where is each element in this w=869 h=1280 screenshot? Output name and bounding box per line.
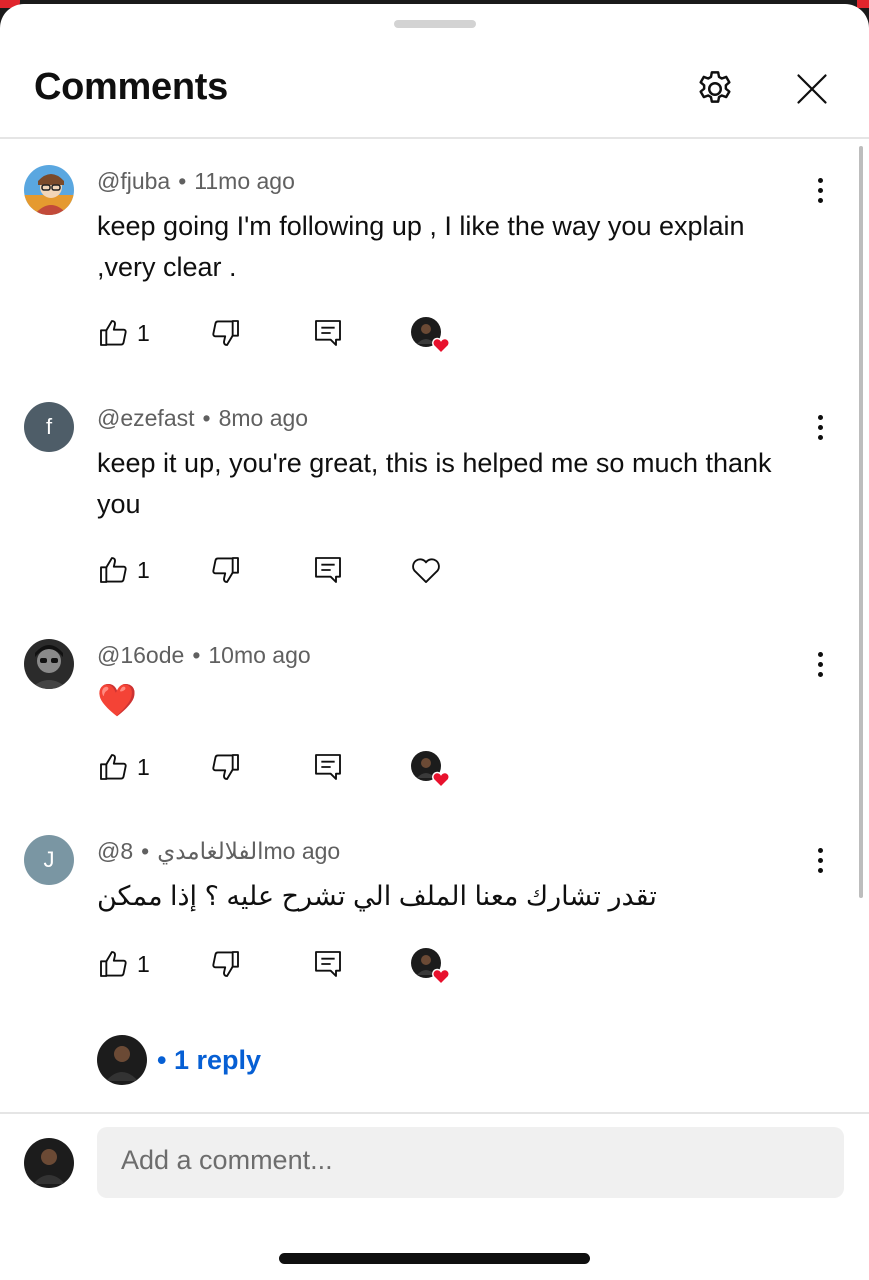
comment-actions: 1 xyxy=(97,550,497,590)
like-count: 1 xyxy=(137,556,150,583)
heart-button[interactable] xyxy=(409,550,443,590)
creator-heart-badge xyxy=(410,316,450,355)
meta-separator: • xyxy=(192,642,201,668)
add-comment-box[interactable] xyxy=(97,1127,844,1198)
meta-separator: • xyxy=(178,168,187,194)
dislike-button[interactable] xyxy=(210,944,242,984)
thumbs-down-icon xyxy=(212,320,239,346)
like-count: 1 xyxy=(137,319,150,346)
more-options-button[interactable] xyxy=(806,170,834,210)
comment-text: keep it up, you're great, this is helped… xyxy=(97,448,772,519)
like-button[interactable]: 1 xyxy=(97,550,150,590)
reply-bullet: • xyxy=(157,1044,167,1075)
avatar[interactable]: J xyxy=(24,835,74,885)
close-icon xyxy=(797,74,827,104)
comments-sheet: Comments @fjuba • 11mo ago keep going I'… xyxy=(0,4,869,1280)
thumbs-down-icon xyxy=(212,951,239,977)
more-options-button[interactable] xyxy=(806,840,834,880)
comment-actions: 1 xyxy=(97,313,497,355)
comment-author[interactable]: @ezefast xyxy=(97,405,195,431)
thumbs-up-icon xyxy=(100,320,127,346)
header-divider xyxy=(0,137,869,139)
comment-text: keep going I'm following up , I like the… xyxy=(97,211,745,282)
avatar-letter: J xyxy=(43,847,55,872)
heart-icon xyxy=(432,337,450,355)
avatar-letter: f xyxy=(45,414,53,439)
comment-time: 11mo ago xyxy=(194,168,295,194)
like-count: 1 xyxy=(137,753,150,780)
creator-heart-badge xyxy=(410,947,450,986)
dislike-button[interactable] xyxy=(210,550,242,590)
reply-button[interactable] xyxy=(312,747,344,787)
comment-icon xyxy=(315,951,341,977)
comment-time: 10mo ago xyxy=(208,642,311,668)
comment-author[interactable]: @16ode xyxy=(97,642,184,668)
page-title: Comments xyxy=(34,66,228,108)
dislike-button[interactable] xyxy=(210,747,242,787)
comment-time: 8mo ago xyxy=(218,405,309,431)
reply-button[interactable] xyxy=(312,313,344,353)
add-comment-input[interactable] xyxy=(121,1145,811,1176)
user-avatar xyxy=(24,1138,74,1188)
meta-separator: • xyxy=(141,838,150,864)
settings-button[interactable] xyxy=(692,66,738,112)
thumbs-up-icon xyxy=(100,951,127,977)
comment-meta: @fjuba • 11mo ago xyxy=(97,168,295,195)
dislike-button[interactable] xyxy=(210,313,242,353)
like-button[interactable]: 1 xyxy=(97,313,150,353)
comment-icon xyxy=(315,557,341,583)
close-button[interactable] xyxy=(789,66,835,112)
avatar[interactable]: f xyxy=(24,402,74,452)
like-button[interactable]: 1 xyxy=(97,944,150,984)
gear-icon xyxy=(699,71,731,103)
thumbs-down-icon xyxy=(212,557,239,583)
like-button[interactable]: 1 xyxy=(97,747,150,787)
comment-actions: 1 xyxy=(97,944,497,986)
thumbs-up-icon xyxy=(100,754,127,780)
like-count: 1 xyxy=(137,950,150,977)
heart-icon xyxy=(432,968,450,986)
more-options-button[interactable] xyxy=(806,644,834,684)
reply-button[interactable] xyxy=(312,550,344,590)
comment-text: ❤️ xyxy=(97,682,137,718)
comment-text: تقدر تشارك معنا الملف الي تشرح عليه ؟ إذ… xyxy=(97,881,657,911)
heart-icon xyxy=(432,771,450,789)
replies-count: • 1 reply xyxy=(157,1045,261,1076)
comment-icon xyxy=(315,320,341,346)
footer-divider xyxy=(0,1112,869,1114)
heart-outline-icon xyxy=(412,558,440,583)
comment-meta: @الفلالغامدي•8mo ago xyxy=(97,838,340,865)
reply-button[interactable] xyxy=(312,944,344,984)
drag-handle[interactable] xyxy=(394,20,476,28)
thumbs-up-icon xyxy=(100,557,127,583)
replies-label[interactable]: 1 reply xyxy=(174,1045,261,1075)
view-replies-button[interactable]: • 1 reply xyxy=(97,1034,261,1086)
meta-separator: • xyxy=(202,405,211,431)
reply-avatar xyxy=(97,1035,147,1085)
comment-actions: 1 xyxy=(97,747,497,789)
home-indicator[interactable] xyxy=(279,1253,590,1264)
more-options-button[interactable] xyxy=(806,407,834,447)
creator-heart-badge xyxy=(410,750,450,789)
comment-meta: @ezefast • 8mo ago xyxy=(97,405,308,432)
avatar[interactable] xyxy=(24,639,74,689)
thumbs-down-icon xyxy=(212,754,239,780)
comment-icon xyxy=(315,754,341,780)
comment-meta: @16ode • 10mo ago xyxy=(97,642,311,669)
comment-author[interactable]: @fjuba xyxy=(97,168,170,194)
avatar[interactable] xyxy=(24,165,74,215)
scrollbar[interactable] xyxy=(859,146,863,898)
